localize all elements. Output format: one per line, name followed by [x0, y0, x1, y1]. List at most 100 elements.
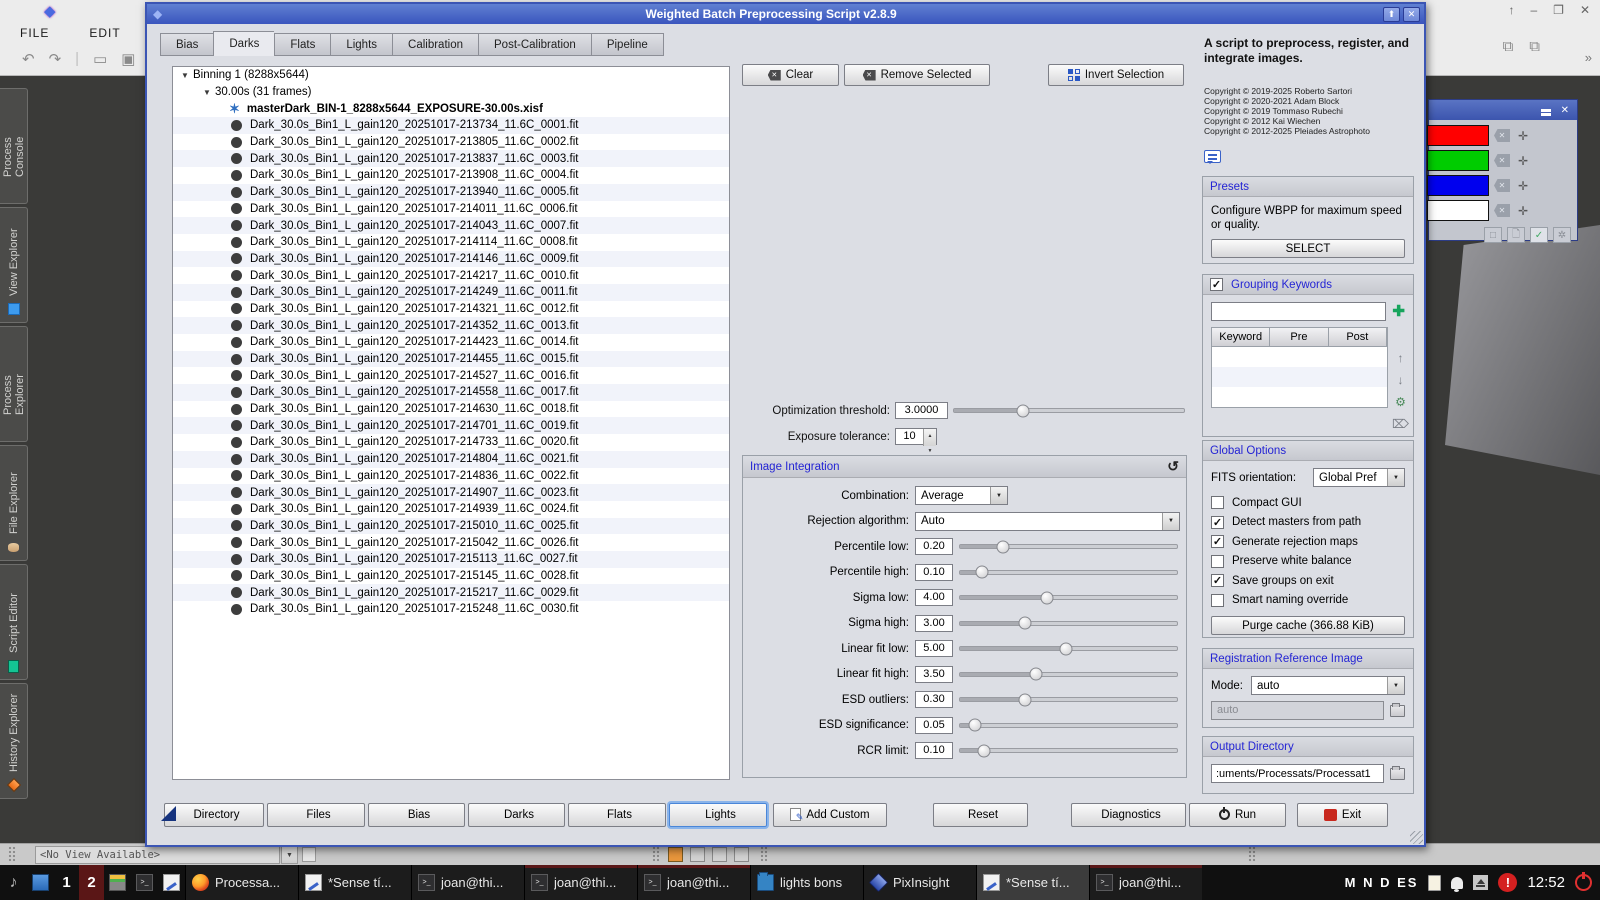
toolbar-overflow-icon[interactable]: » — [1585, 50, 1592, 65]
rejection-dropdown[interactable]: Auto ▼ — [915, 512, 1180, 531]
square-icon[interactable]: □ — [1484, 227, 1502, 243]
dark-frame-row[interactable]: Dark_30.0s_Bin1_L_gain120_20251017-21445… — [173, 351, 729, 368]
dark-frame-row[interactable]: Dark_30.0s_Bin1_L_gain120_20251017-21463… — [173, 401, 729, 418]
sidebar-tab[interactable]: Process Explorer — [0, 326, 28, 442]
workspace-2[interactable]: 2 — [79, 865, 104, 900]
tree-group-exposure[interactable]: ▼ 30.00s (31 frames) — [173, 84, 729, 101]
option-checkbox-row[interactable]: Preserve white balance — [1211, 552, 1405, 572]
tab[interactable]: Lights — [330, 33, 392, 56]
workspace-thumb[interactable] — [712, 847, 727, 862]
tab[interactable]: Darks — [213, 31, 274, 56]
purge-cache-button[interactable]: Purge cache (366.88 KiB) — [1211, 616, 1405, 635]
collapse-triangle-icon[interactable]: ▼ — [181, 71, 193, 80]
dark-frame-row[interactable]: Dark_30.0s_Bin1_L_gain120_20251017-21383… — [173, 150, 729, 167]
checkbox[interactable] — [1211, 555, 1224, 568]
workspace-thumb[interactable] — [734, 847, 749, 862]
dark-frame-row[interactable]: Dark_30.0s_Bin1_L_gain120_20251017-21411… — [173, 234, 729, 251]
footer-button[interactable]: Exit — [1297, 803, 1388, 827]
tab[interactable]: Bias — [160, 33, 213, 56]
channel-target-icon[interactable]: ✛ — [1515, 179, 1531, 193]
slider-value-input[interactable]: 3.00 — [915, 615, 953, 632]
spin-buttons[interactable]: ▲▼ — [923, 429, 936, 446]
clipboard-icon[interactable] — [1428, 875, 1441, 891]
checkbox[interactable] — [1211, 496, 1224, 509]
checkbox[interactable] — [1211, 516, 1224, 529]
tab[interactable]: Calibration — [392, 33, 478, 56]
drag-handle[interactable] — [760, 846, 768, 863]
taskbar-window-button[interactable]: *Sense tí... — [298, 865, 411, 900]
footer-button[interactable]: Add Custom — [773, 803, 887, 827]
launcher-icon[interactable]: ♪ — [10, 874, 18, 892]
delete-keyword-icon[interactable]: ⌦ — [1392, 417, 1409, 431]
clear-channel-icon[interactable]: ✕ — [1494, 129, 1510, 142]
dark-frame-row[interactable]: Dark_30.0s_Bin1_L_gain120_20251017-21504… — [173, 534, 729, 551]
exposure-tolerance-spinner[interactable]: 10 ▲▼ — [895, 428, 937, 445]
remove-selected-button[interactable]: ✕ Remove Selected — [844, 64, 990, 86]
taskbar-window-button[interactable]: lights bons — [750, 865, 863, 900]
slider-value-input[interactable]: 3.50 — [915, 666, 953, 683]
footer-button[interactable]: Bias — [368, 803, 465, 827]
add-keyword-icon[interactable]: ✚ — [1392, 305, 1405, 319]
taskbar-window-button[interactable]: joan@thi... — [637, 865, 750, 900]
slider-track[interactable] — [959, 595, 1178, 600]
mode-dropdown[interactable]: auto ▼ — [1251, 676, 1405, 695]
slider-handle[interactable] — [1019, 617, 1032, 630]
grouping-keywords-checkbox[interactable] — [1210, 278, 1223, 291]
dark-frame-row[interactable]: Dark_30.0s_Bin1_L_gain120_20251017-21501… — [173, 518, 729, 535]
dark-frame-row[interactable]: Dark_30.0s_Bin1_L_gain120_20251017-21442… — [173, 334, 729, 351]
clock[interactable]: 12:52 — [1527, 874, 1565, 891]
sidebar-tab[interactable]: Script Editor — [0, 564, 28, 680]
dark-frame-row[interactable]: Dark_30.0s_Bin1_L_gain120_20251017-21373… — [173, 117, 729, 134]
option-checkbox-row[interactable]: Smart naming override — [1211, 591, 1405, 611]
dark-frame-row[interactable]: Dark_30.0s_Bin1_L_gain120_20251017-21511… — [173, 551, 729, 568]
taskbar-window-button[interactable]: joan@thi... — [1089, 865, 1202, 900]
dark-frame-row[interactable]: Dark_30.0s_Bin1_L_gain120_20251017-21455… — [173, 384, 729, 401]
clear-channel-icon[interactable]: ✕ — [1494, 179, 1510, 192]
close-all-icon[interactable]: ⧉ — [1529, 38, 1540, 55]
dark-frame-row[interactable]: Dark_30.0s_Bin1_L_gain120_20251017-21521… — [173, 584, 729, 601]
master-dark-row[interactable]: ✶ masterDark_BIN-1_8288x5644_EXPOSURE-30… — [173, 100, 729, 117]
channel-target-icon[interactable]: ✛ — [1515, 129, 1531, 143]
dark-frame-row[interactable]: Dark_30.0s_Bin1_L_gain120_20251017-21435… — [173, 317, 729, 334]
dark-frame-row[interactable]: Dark_30.0s_Bin1_L_gain120_20251017-21394… — [173, 184, 729, 201]
dark-frame-row[interactable]: Dark_30.0s_Bin1_L_gain120_20251017-21473… — [173, 434, 729, 451]
tab[interactable]: Post-Calibration — [478, 33, 591, 56]
option-checkbox-row[interactable]: Save groups on exit — [1211, 571, 1405, 591]
slider-handle[interactable] — [1017, 404, 1030, 417]
maximize-icon[interactable]: ❐ — [1553, 3, 1564, 17]
tray-app-icon[interactable] — [109, 874, 126, 891]
browse-folder-icon[interactable] — [1390, 768, 1405, 780]
undo-icon[interactable]: ↶ — [22, 50, 35, 68]
dark-frame-row[interactable]: Dark_30.0s_Bin1_L_gain120_20251017-21452… — [173, 367, 729, 384]
output-directory-field[interactable]: :uments/Processats/Processat1 — [1211, 764, 1384, 783]
clear-channel-icon[interactable]: ✕ — [1494, 154, 1510, 167]
close-icon[interactable]: ✕ — [1561, 105, 1569, 116]
browse-folder-icon[interactable] — [1390, 705, 1405, 717]
eject-icon[interactable] — [1473, 875, 1488, 890]
redo-icon[interactable]: ↷ — [49, 50, 62, 68]
tab[interactable]: Flats — [274, 33, 330, 56]
minimize-icon[interactable]: – — [1530, 3, 1537, 17]
dark-frame-row[interactable]: Dark_30.0s_Bin1_L_gain120_20251017-21390… — [173, 167, 729, 184]
editor-launcher-icon[interactable] — [163, 874, 180, 891]
dark-frames-tree[interactable]: ▼ Binning 1 (8288x5644) ▼ 30.00s (31 fra… — [172, 66, 730, 780]
sidebar-tab[interactable]: File Explorer — [0, 445, 28, 561]
keyboard-indicator[interactable]: M N D ES — [1345, 875, 1419, 890]
channel-panel-titlebar[interactable]: ✕ — [1429, 100, 1577, 120]
taskbar-window-button[interactable]: joan@thi... — [411, 865, 524, 900]
slider-value-input[interactable]: 0.10 — [915, 742, 953, 759]
rename-icon[interactable]: ▭ — [93, 50, 107, 68]
dark-frame-row[interactable]: Dark_30.0s_Bin1_L_gain120_20251017-21401… — [173, 201, 729, 218]
dark-frame-row[interactable]: Dark_30.0s_Bin1_L_gain120_20251017-21490… — [173, 484, 729, 501]
slider-handle[interactable] — [997, 540, 1010, 553]
slider-handle[interactable] — [1040, 591, 1053, 604]
dark-frame-row[interactable]: Dark_30.0s_Bin1_L_gain120_20251017-21483… — [173, 468, 729, 485]
dark-frame-row[interactable]: Dark_30.0s_Bin1_L_gain120_20251017-21404… — [173, 217, 729, 234]
dark-frame-row[interactable]: Dark_30.0s_Bin1_L_gain120_20251017-21414… — [173, 251, 729, 268]
slider-value-input[interactable]: 0.30 — [915, 691, 953, 708]
slider-value-input[interactable]: 0.10 — [915, 564, 953, 581]
comment-icon[interactable] — [1204, 150, 1221, 163]
shade-icon[interactable]: ↑ — [1508, 3, 1514, 17]
option-checkbox-row[interactable]: Compact GUI — [1211, 493, 1405, 513]
sidebar-tab[interactable]: View Explorer — [0, 207, 28, 323]
